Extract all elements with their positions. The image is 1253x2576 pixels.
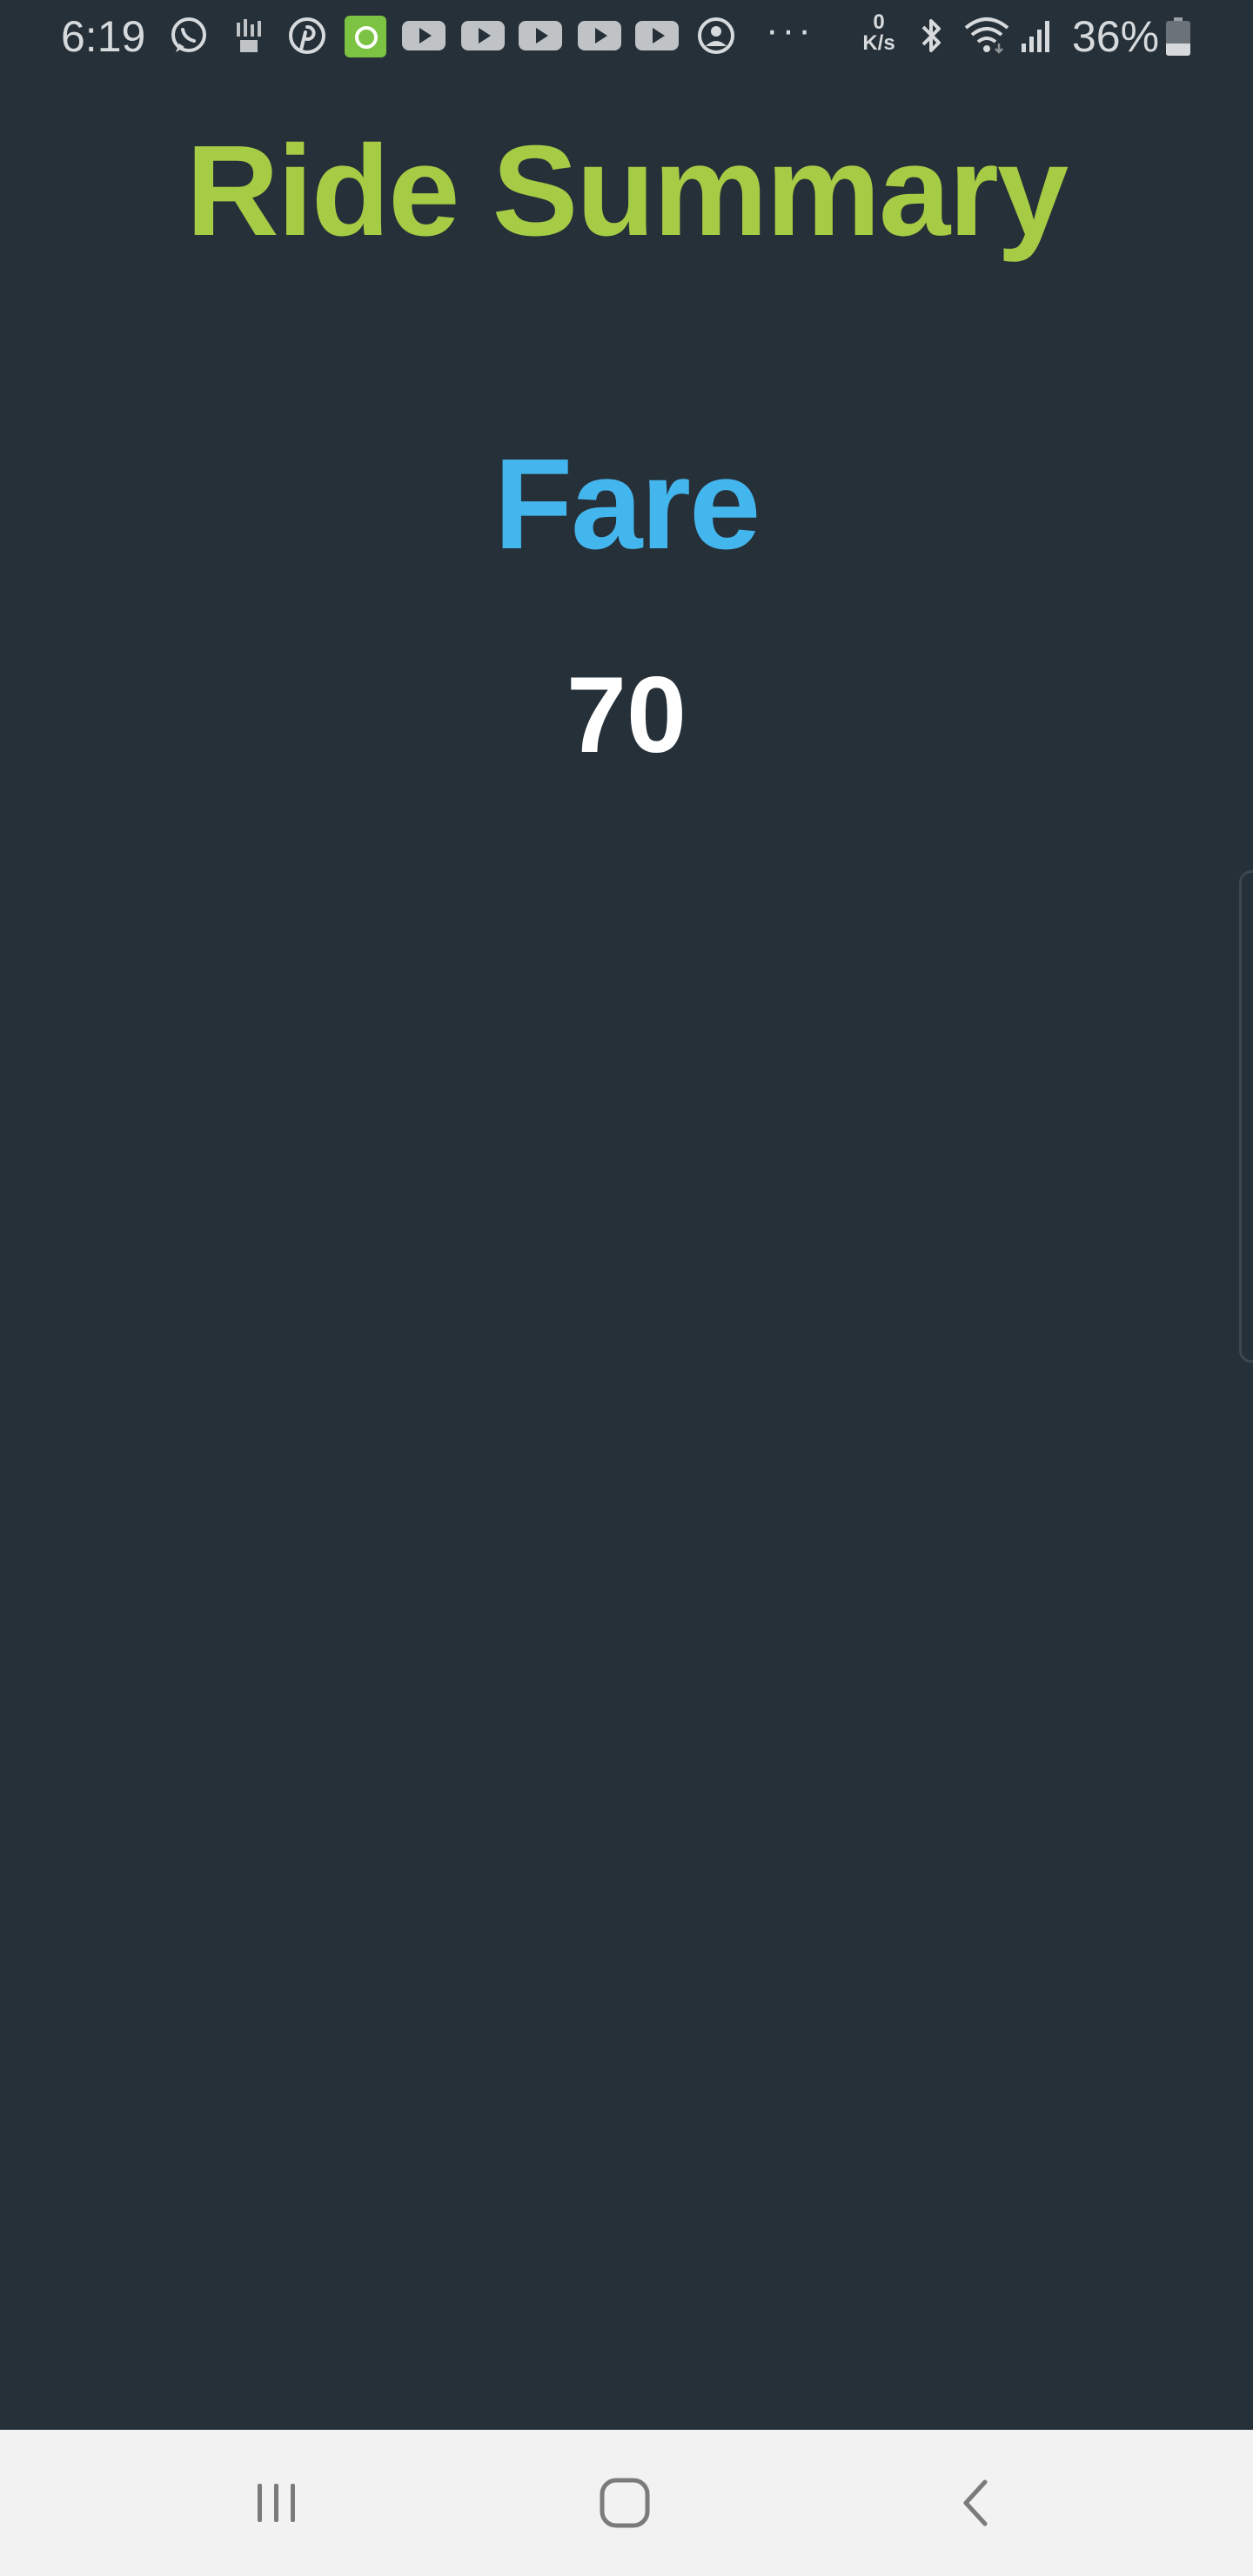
navigation-bar — [0, 2430, 1253, 2576]
recent-apps-icon — [258, 2484, 295, 2522]
wifi-icon — [962, 16, 1011, 56]
youtube-icon — [461, 21, 505, 50]
page-title: Ride Summary — [185, 119, 1069, 263]
battery-icon — [1166, 17, 1190, 56]
home-button[interactable] — [581, 2459, 668, 2546]
back-icon — [963, 2479, 988, 2526]
home-icon — [600, 2478, 650, 2528]
network-speed-value: 0 — [873, 10, 885, 34]
battery-level-fill — [1166, 43, 1190, 56]
youtube-icon — [402, 21, 446, 50]
status-time: 6:19 — [61, 12, 146, 61]
signal-app-icon — [231, 16, 266, 56]
youtube-icon — [519, 21, 562, 50]
green-app-icon — [345, 16, 386, 57]
network-speed: 0 K/s — [858, 12, 900, 54]
bluetooth-icon — [914, 16, 948, 56]
recent-apps-button[interactable] — [233, 2459, 320, 2546]
cellular-signal-icon — [1018, 16, 1056, 56]
account-icon — [696, 16, 736, 56]
whatsapp-icon — [167, 16, 211, 56]
edge-panel-handle[interactable] — [1239, 870, 1253, 1363]
youtube-icon — [635, 21, 679, 50]
youtube-icon — [578, 21, 621, 50]
more-notifications-indicator: ··· — [766, 9, 814, 51]
pinterest-icon — [287, 16, 327, 56]
battery-percent: 36% — [1072, 12, 1160, 61]
fare-label: Fare — [493, 433, 761, 576]
network-speed-unit: K/s — [862, 31, 895, 55]
status-bar: 6:19 ··· 0 K/s 36% — [0, 0, 1253, 73]
fare-value: 70 — [566, 655, 687, 775]
back-button[interactable] — [933, 2459, 1020, 2546]
ride-summary-screen: 6:19 ··· 0 K/s 36% Ride Summary Fare 70 — [0, 0, 1253, 2576]
